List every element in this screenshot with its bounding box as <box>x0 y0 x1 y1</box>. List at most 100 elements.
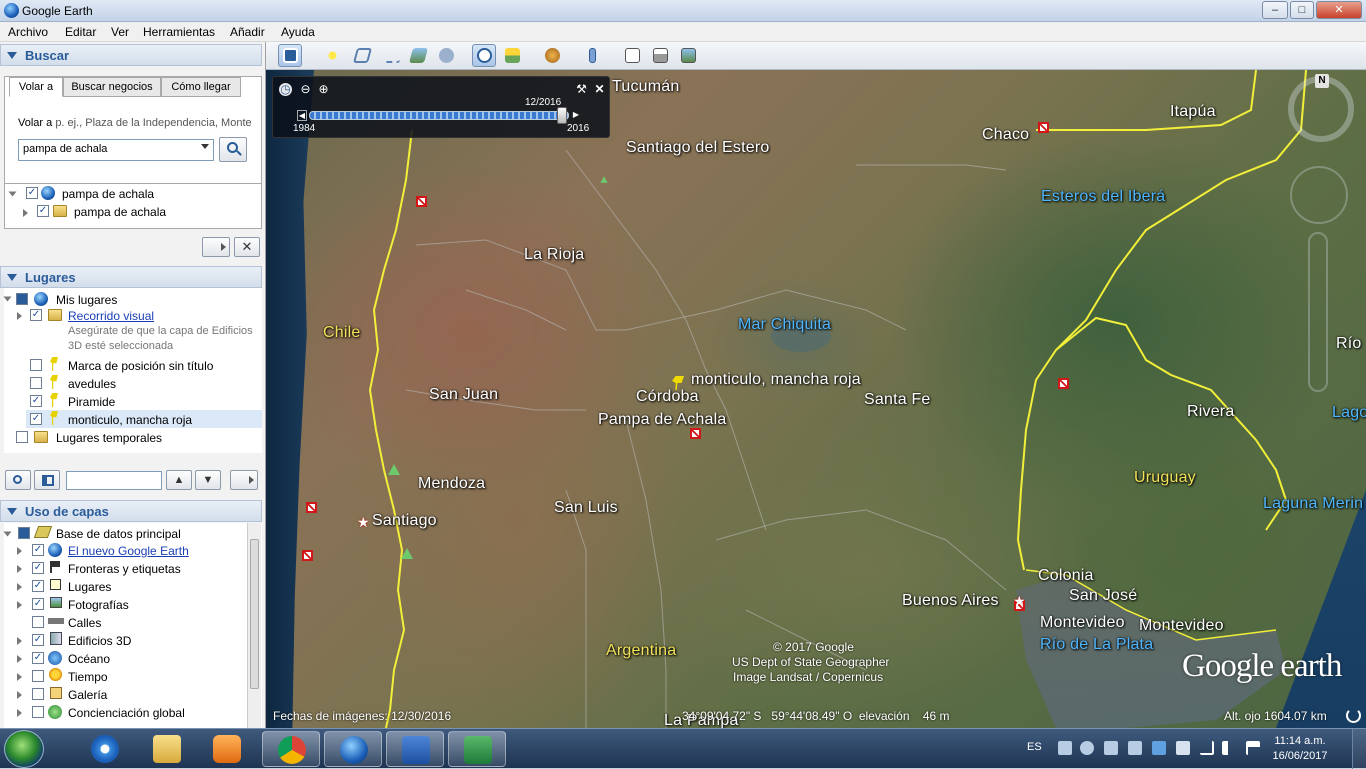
move-up-button[interactable]: ▲ <box>166 470 192 490</box>
label-itapua[interactable]: Itapúa <box>1170 103 1216 121</box>
expand-icon[interactable] <box>17 312 22 320</box>
chrome-tray-icon[interactable] <box>1080 741 1094 755</box>
label-la-rioja[interactable]: La Rioja <box>524 246 584 264</box>
placemark-checkbox[interactable] <box>30 359 42 371</box>
layer-checkbox[interactable]: ✓ <box>32 562 44 574</box>
security-icon[interactable] <box>1152 741 1166 755</box>
avedules-checkbox[interactable] <box>30 377 42 389</box>
search-panel-header[interactable]: Buscar <box>0 44 262 66</box>
panel-toggle-button[interactable] <box>34 470 60 490</box>
label-chaco[interactable]: Chaco <box>982 126 1029 144</box>
places-search-button[interactable] <box>5 470 31 490</box>
signal-icon[interactable] <box>1200 741 1214 755</box>
layer-item[interactable]: Base de datos principal <box>56 525 181 543</box>
expand-icon[interactable] <box>17 673 22 681</box>
search-input[interactable]: pampa de achala <box>18 139 214 161</box>
expand-icon[interactable] <box>17 655 22 663</box>
result-item[interactable]: pampa de achala <box>62 185 154 203</box>
result-checkbox[interactable]: ✓ <box>37 205 49 217</box>
volume-icon[interactable] <box>1222 741 1236 755</box>
places-filter-input[interactable] <box>66 471 162 490</box>
menu-ayuda[interactable]: Ayuda <box>281 25 315 39</box>
menu-herramientas[interactable]: Herramientas <box>143 25 215 39</box>
historical-imagery-button[interactable] <box>472 44 496 67</box>
photo-marker-icon[interactable] <box>1058 378 1069 389</box>
photo-marker-icon[interactable] <box>302 550 313 561</box>
zoom-slider[interactable] <box>1308 232 1328 392</box>
print-button[interactable] <box>648 44 672 67</box>
mountain-icon[interactable] <box>600 176 608 183</box>
maximize-button[interactable]: □ <box>1290 1 1314 19</box>
expand-icon[interactable] <box>17 709 22 717</box>
mountain-icon[interactable] <box>388 464 400 475</box>
north-button[interactable]: N <box>1315 74 1329 88</box>
lugares-temporales-item[interactable]: Lugares temporales <box>56 429 162 447</box>
places-panel-header[interactable]: Lugares <box>0 266 262 288</box>
slider-track[interactable] <box>309 111 569 120</box>
excel-button[interactable] <box>448 731 506 767</box>
label-laguna-merin[interactable]: Laguna Merin <box>1263 495 1363 513</box>
menu-editar[interactable]: Editar <box>65 25 96 39</box>
look-joystick[interactable] <box>1290 166 1348 224</box>
expand-icon[interactable] <box>23 209 28 217</box>
layer-item[interactable]: Lugares <box>68 578 111 596</box>
chevron-down-icon[interactable] <box>201 144 209 149</box>
slider-thumb[interactable] <box>557 107 567 124</box>
layer-checkbox[interactable] <box>18 527 30 539</box>
expand-icon[interactable] <box>8 191 17 197</box>
mis-lugares-checkbox[interactable] <box>16 293 28 305</box>
layer-checkbox[interactable]: ✓ <box>32 652 44 664</box>
network-share-icon[interactable] <box>1104 741 1118 755</box>
layer-checkbox[interactable]: ✓ <box>32 634 44 646</box>
placemark-item[interactable]: Marca de posición sin título <box>68 357 213 375</box>
label-tucuman[interactable]: Tucumán <box>612 78 680 96</box>
layer-checkbox[interactable]: ✓ <box>32 598 44 610</box>
record-tour-button[interactable] <box>434 44 458 67</box>
photo-marker-icon[interactable] <box>690 428 701 439</box>
places-options-button[interactable] <box>230 470 258 490</box>
menu-ver[interactable]: Ver <box>111 25 129 39</box>
media-player-button[interactable] <box>198 731 256 767</box>
label-san-luis[interactable]: San Luis <box>554 499 618 517</box>
expand-icon[interactable] <box>17 637 22 645</box>
label-uruguay[interactable]: Uruguay <box>1134 469 1196 487</box>
layer-item[interactable]: Calles <box>68 614 101 632</box>
monticulo-item[interactable]: monticulo, mancha roja <box>68 411 192 429</box>
label-colonia[interactable]: Colonia <box>1038 567 1094 585</box>
keyboard-icon[interactable] <box>1058 741 1072 755</box>
avedules-item[interactable]: avedules <box>68 375 116 393</box>
monticulo-checkbox[interactable]: ✓ <box>30 413 42 425</box>
layer-item[interactable]: Galería <box>68 686 107 704</box>
label-santa-fe[interactable]: Santa Fe <box>864 391 931 409</box>
tab-volar-a[interactable]: Volar a <box>9 77 63 97</box>
add-polygon-button[interactable] <box>350 44 374 67</box>
label-santiago[interactable]: Santiago <box>372 512 437 530</box>
label-montevideo-west[interactable]: Montevideo <box>1040 614 1125 632</box>
photo-marker-icon[interactable] <box>416 196 427 207</box>
step-forward-icon[interactable]: ▶ <box>571 110 581 121</box>
layer-item[interactable]: Océano <box>68 650 110 668</box>
expand-icon[interactable] <box>3 296 12 302</box>
sunlight-button[interactable] <box>500 44 524 67</box>
language-indicator[interactable]: ES <box>1027 741 1042 753</box>
expand-icon[interactable] <box>17 601 22 609</box>
expand-icon[interactable] <box>17 565 22 573</box>
step-back-icon[interactable]: ◀ <box>297 110 307 121</box>
ruler-button[interactable] <box>580 44 604 67</box>
menu-anadir[interactable]: Añadir <box>230 25 265 39</box>
search-button[interactable] <box>219 137 247 162</box>
zoom-in-icon[interactable]: ⊕ <box>317 83 330 96</box>
internet-explorer-button[interactable] <box>76 731 134 767</box>
start-button[interactable] <box>4 730 44 768</box>
piramide-checkbox[interactable]: ✓ <box>30 395 42 407</box>
close-icon[interactable]: ✕ <box>593 83 606 96</box>
layer-item[interactable]: Fotografías <box>68 596 129 614</box>
layer-checkbox[interactable] <box>32 688 44 700</box>
label-argentina[interactable]: Argentina <box>606 642 676 660</box>
zoom-out-icon[interactable]: ⊖ <box>299 83 312 96</box>
layers-panel-header[interactable]: Uso de capas <box>0 500 262 522</box>
label-mendoza[interactable]: Mendoza <box>418 475 485 493</box>
layer-checkbox[interactable]: ✓ <box>32 544 44 556</box>
wrench-icon[interactable]: ⚒ <box>575 83 588 96</box>
layer-item[interactable]: Concienciación global <box>68 704 185 722</box>
